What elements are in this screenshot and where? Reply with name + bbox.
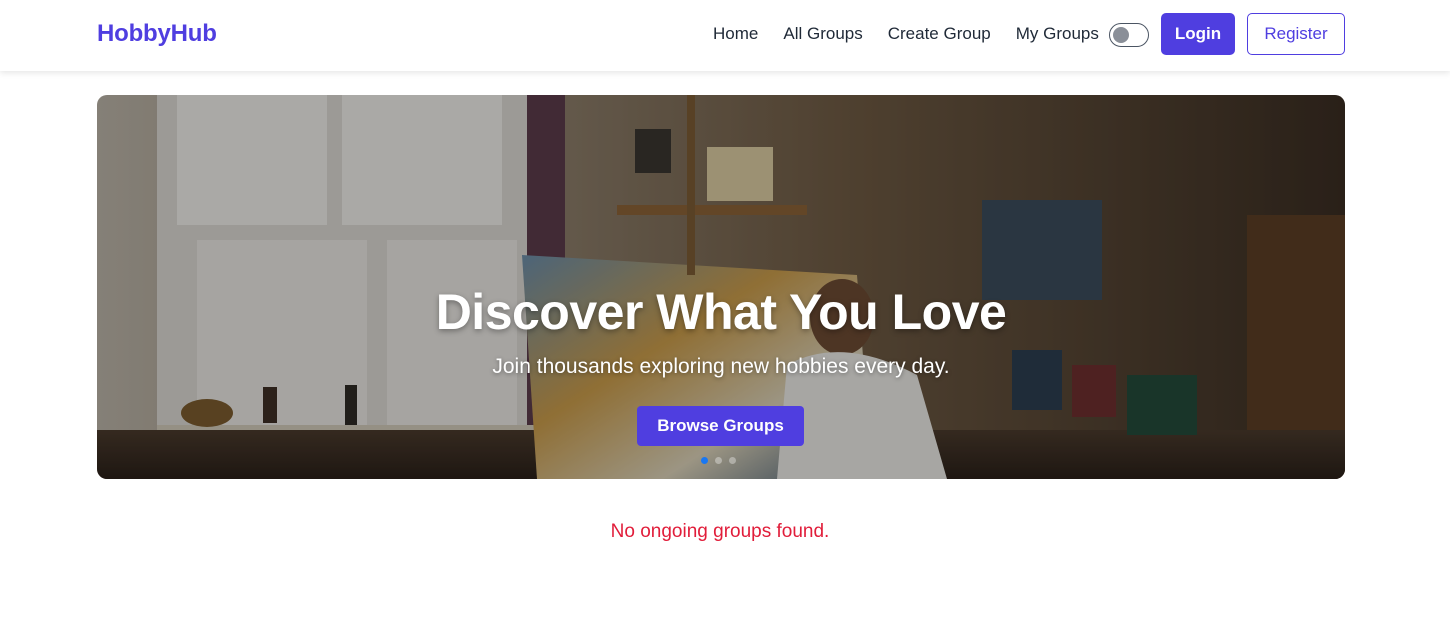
register-button[interactable]: Register: [1247, 13, 1345, 55]
navbar: HobbyHub Home All Groups Create Group My…: [0, 0, 1450, 71]
nav-link-all-groups[interactable]: All Groups: [783, 24, 862, 44]
brand-logo[interactable]: HobbyHub: [97, 20, 217, 48]
hero-subtitle: Join thousands exploring new hobbies eve…: [492, 355, 950, 378]
nav-link-my-groups[interactable]: My Groups: [1016, 24, 1099, 44]
browse-groups-button[interactable]: Browse Groups: [637, 406, 804, 446]
carousel-dot[interactable]: [729, 457, 736, 464]
carousel-dot[interactable]: [701, 457, 708, 464]
carousel-pagination: [701, 457, 743, 464]
nav-links: Home All Groups Create Group My Groups: [713, 24, 1099, 44]
carousel-dot[interactable]: [715, 457, 722, 464]
login-button[interactable]: Login: [1161, 13, 1235, 55]
hero-title: Discover What You Love: [435, 284, 1007, 340]
hero-carousel: Discover What You Love Join thousands ex…: [97, 95, 1345, 479]
toggle-knob: [1113, 27, 1129, 43]
theme-toggle[interactable]: [1109, 23, 1149, 47]
nav-link-home[interactable]: Home: [713, 24, 758, 44]
empty-groups-message: No ongoing groups found.: [610, 521, 830, 542]
hero-content: Discover What You Love Join thousands ex…: [97, 95, 1345, 479]
nav-link-create-group[interactable]: Create Group: [888, 24, 991, 44]
